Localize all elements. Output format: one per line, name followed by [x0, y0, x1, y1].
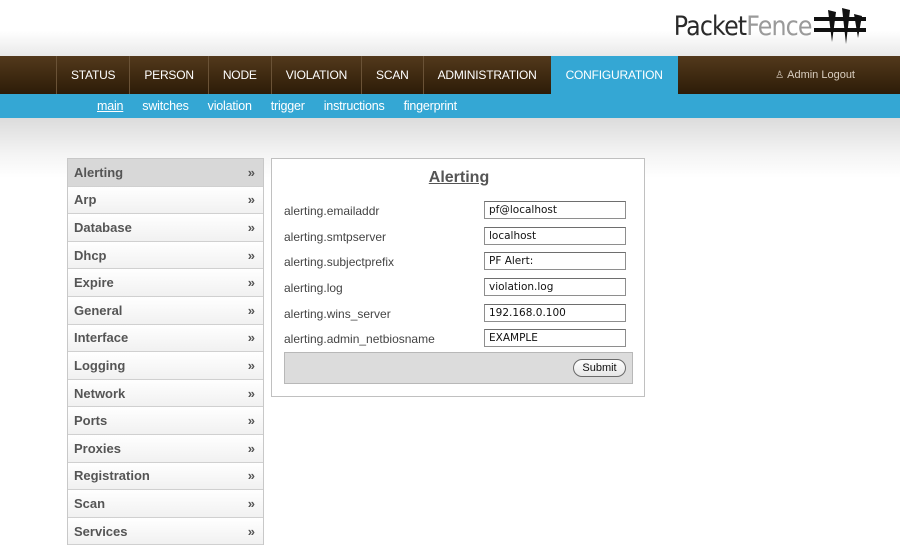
alerting-wins-server-input[interactable]: [484, 304, 626, 322]
sidebar-item-arp[interactable]: Arp »: [68, 186, 263, 215]
sidebar-item-label: Database: [74, 219, 132, 235]
alerting-panel: Alerting alerting.emailaddr alerting.smtp…: [271, 158, 645, 397]
sidebar-item-label: Registration: [74, 468, 150, 484]
double-chevron-right-icon: »: [247, 330, 255, 346]
form-row: alerting.emailaddr: [284, 201, 628, 221]
subnav-item-switches[interactable]: switches: [142, 99, 189, 113]
panel-title: Alerting: [428, 169, 490, 186]
subnav-item-trigger[interactable]: trigger: [271, 99, 305, 113]
sidebar-item-proxies[interactable]: Proxies »: [68, 434, 263, 463]
sidebar-item-label: Services: [74, 523, 128, 539]
tab-administration[interactable]: ADMINISTRATION: [422, 56, 551, 94]
logo-text-light: Fence: [746, 10, 813, 42]
sidebar-item-interface[interactable]: Interface »: [68, 324, 263, 353]
sidebar-item-label: Interface: [74, 330, 129, 346]
main-navbar: STATUS PERSON NODE VIOLATION SCAN ADMINISTRAT…: [0, 56, 900, 94]
double-chevron-right-icon: »: [247, 247, 255, 263]
sidebar-item-label: Expire: [74, 275, 114, 291]
submit-bar: Submit: [284, 352, 633, 384]
sub-navbar: main switches violation trigger instructions…: [0, 94, 900, 118]
submit-button[interactable]: Submit: [573, 359, 626, 377]
form-row: alerting.subjectprefix: [284, 252, 628, 272]
double-chevron-right-icon: »: [247, 523, 255, 539]
double-chevron-right-icon: »: [247, 440, 255, 456]
sidebar-item-label: Proxies: [74, 440, 121, 456]
alerting-admin-netbiosname-input[interactable]: [484, 329, 626, 347]
nav-tabs: STATUS PERSON NODE VIOLATION SCAN ADMINISTRAT…: [56, 56, 678, 94]
barbed-wire-icon: [814, 8, 866, 44]
sidebar-item-label: Ports: [74, 413, 108, 429]
alerting-emailaddr-input[interactable]: [484, 201, 626, 219]
sidebar-item-label: Dhcp: [74, 247, 107, 263]
field-label: alerting.smtpserver: [284, 230, 387, 244]
double-chevron-right-icon: »: [247, 219, 255, 235]
sidebar-item-general[interactable]: General »: [68, 296, 263, 325]
field-label: alerting.wins_server: [284, 307, 391, 321]
sidebar-item-database[interactable]: Database »: [68, 214, 263, 242]
admin-logout-link[interactable]: ♙ Admin Logout: [775, 56, 855, 94]
field-label: alerting.log: [284, 281, 343, 295]
user-icon: ♙: [775, 69, 785, 81]
sidebar-item-registration[interactable]: Registration »: [68, 462, 263, 491]
logo-text-dark: Packet: [674, 10, 747, 42]
sidebar-item-label: General: [74, 302, 123, 318]
sidebar-item-services[interactable]: Services »: [68, 517, 263, 546]
form-row: alerting.log: [284, 278, 628, 298]
sidebar-item-expire[interactable]: Expire »: [68, 269, 263, 297]
sidebar-item-network[interactable]: Network »: [68, 379, 263, 408]
double-chevron-right-icon: »: [247, 192, 255, 208]
tab-violation[interactable]: VIOLATION: [270, 56, 361, 94]
tab-scan[interactable]: SCAN: [361, 56, 423, 94]
sidebar-item-label: Logging: [74, 357, 126, 373]
tab-configuration[interactable]: CONFIGURATION: [550, 56, 678, 94]
sidebar-item-dhcp[interactable]: Dhcp »: [68, 241, 263, 270]
double-chevron-right-icon: »: [247, 302, 255, 318]
double-chevron-right-icon: »: [247, 468, 255, 484]
sidebar-item-label: Network: [74, 385, 126, 401]
sidebar-item-ports[interactable]: Ports »: [68, 407, 263, 435]
sidebar-item-alerting[interactable]: Alerting »: [68, 159, 263, 187]
double-chevron-right-icon: »: [247, 385, 255, 401]
subnav-items: main switches violation trigger instructions…: [97, 94, 476, 118]
config-sidebar: Alerting» Arp» Database» Dhcp» Expire» Genera…: [67, 158, 264, 546]
packetfence-logo: PacketFence: [655, 6, 866, 46]
double-chevron-right-icon: »: [247, 495, 255, 511]
field-label: alerting.emailaddr: [284, 204, 380, 218]
admin-logout-label: Admin Logout: [787, 69, 855, 81]
tab-node[interactable]: NODE: [207, 56, 271, 94]
form-row: alerting.smtpserver: [284, 227, 628, 247]
double-chevron-right-icon: »: [247, 164, 255, 180]
subnav-item-violation[interactable]: violation: [208, 99, 252, 113]
double-chevron-right-icon: »: [247, 357, 255, 373]
alerting-subjectprefix-input[interactable]: [484, 252, 626, 270]
alerting-log-input[interactable]: [484, 278, 626, 296]
tab-status[interactable]: STATUS: [56, 56, 129, 94]
form-row: alerting.admin_netbiosname: [284, 329, 628, 349]
field-label: alerting.subjectprefix: [284, 255, 395, 269]
tab-person[interactable]: PERSON: [129, 56, 207, 94]
sidebar-item-label: Arp: [74, 192, 97, 208]
sidebar-item-logging[interactable]: Logging »: [68, 352, 263, 380]
form-row: alerting.wins_server: [284, 304, 628, 324]
sidebar-item-label: Alerting: [74, 164, 124, 180]
subnav-item-main[interactable]: main: [97, 99, 123, 113]
double-chevron-right-icon: »: [247, 413, 255, 429]
sidebar-item-label: Scan: [74, 495, 106, 511]
alerting-smtpserver-input[interactable]: [484, 227, 626, 245]
subnav-item-instructions[interactable]: instructions: [324, 99, 385, 113]
sidebar-item-scan[interactable]: Scan »: [68, 490, 263, 518]
field-label: alerting.admin_netbiosname: [284, 332, 435, 346]
double-chevron-right-icon: »: [247, 275, 255, 291]
subnav-item-fingerprint[interactable]: fingerprint: [404, 99, 458, 113]
